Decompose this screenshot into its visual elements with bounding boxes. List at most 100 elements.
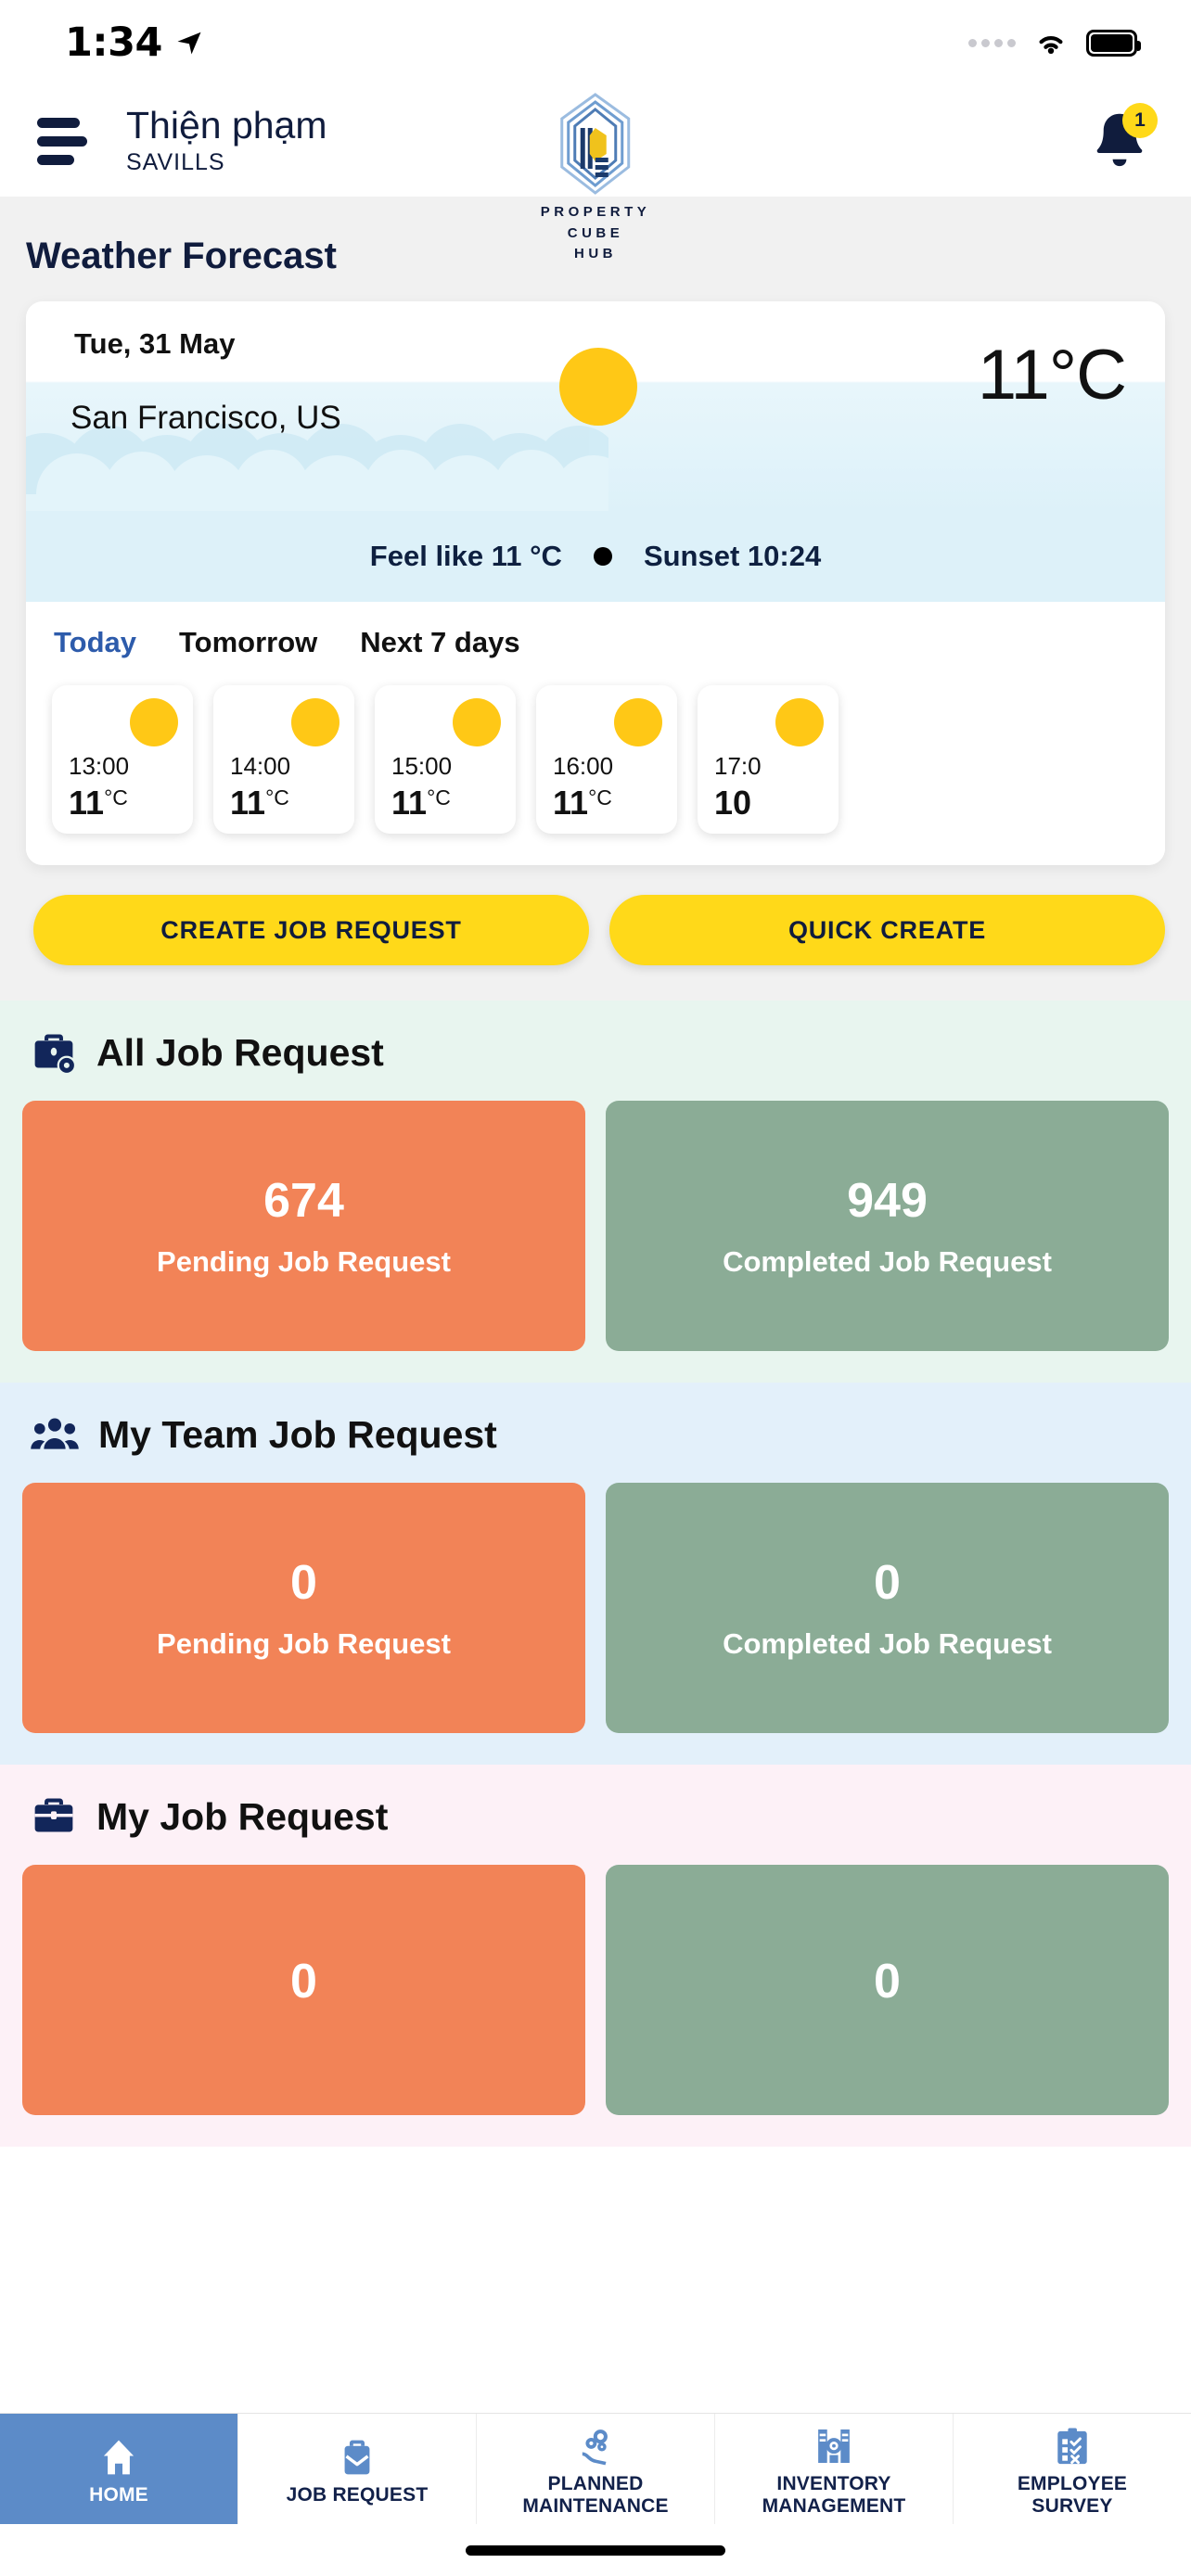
hourly-forecast-item[interactable]: 17:0 10: [698, 685, 839, 834]
weather-card: Tue, 31 May San Francisco, US 11°C Feel …: [26, 301, 1165, 865]
stat-count: 0: [874, 1556, 901, 1610]
nav-label: PLANNED MAINTENANCE: [522, 2472, 669, 2517]
nav-label: EMPLOYEE SURVEY: [1017, 2472, 1128, 2517]
sun-icon: [291, 698, 339, 746]
hand-gears-icon: [582, 2429, 608, 2466]
home-indicator: [466, 2545, 725, 2556]
status-bar: 1:34: [0, 0, 1191, 85]
user-name: Thiện phạm: [126, 103, 327, 147]
cloud-decoration-icon: [26, 424, 608, 511]
notification-button[interactable]: 1: [1085, 103, 1158, 175]
hourly-temp: 11°C: [391, 784, 451, 822]
sun-icon: [614, 698, 662, 746]
action-buttons: CREATE JOB REQUEST QUICK CREATE: [0, 865, 1191, 1001]
weather-sunset: Sunset 10:24: [643, 540, 822, 572]
stat-count: 0: [874, 1955, 901, 2009]
hourly-forecast-item[interactable]: 14:00 11°C: [213, 685, 354, 834]
create-job-request-button[interactable]: CREATE JOB REQUEST: [33, 895, 589, 965]
briefcase-mail-icon: [344, 2440, 370, 2475]
nav-label: JOB REQUEST: [286, 2483, 429, 2506]
logo-line-3: HUB: [573, 246, 617, 261]
pending-job-request-card[interactable]: 674 Pending Job Request: [22, 1101, 585, 1351]
app-header: Thiện phạm SAVILLS PROPERTY CUBE HUB 1: [0, 85, 1191, 261]
team-people-icon: [31, 1418, 79, 1449]
nav-item-inventory-management[interactable]: INVENTORY MANAGEMENT: [715, 2414, 954, 2524]
stat-count: 0: [290, 1955, 317, 2009]
stat-count: 0: [290, 1556, 317, 1610]
logo-line-2: CUBE: [567, 224, 624, 241]
user-info: Thiện phạm SAVILLS: [126, 103, 327, 176]
section-header: My Job Request: [22, 1792, 1169, 1841]
location-arrow-icon: [177, 32, 201, 55]
battery-full-icon: [1086, 29, 1141, 57]
notification-badge: 1: [1122, 103, 1158, 138]
pending-job-request-card[interactable]: 0: [22, 1865, 585, 2115]
hourly-forecast-list[interactable]: 13:00 11°C 14:00 11°C 15:00 11°C 16:00 1…: [26, 669, 1165, 865]
home-icon: [103, 2440, 134, 2475]
hourly-forecast-item[interactable]: 16:00 11°C: [536, 685, 677, 834]
stat-label: Pending Job Request: [157, 1627, 451, 1660]
sun-icon: [130, 698, 178, 746]
logo-line-1: PROPERTY: [540, 204, 651, 220]
completed-job-request-card[interactable]: 0 Completed Job Request: [606, 1483, 1169, 1733]
briefcase-icon: [34, 1798, 73, 1832]
sun-icon: [453, 698, 501, 746]
separator-dot-icon: [593, 547, 612, 566]
hourly-time: 15:00: [391, 752, 453, 780]
section-title: All Job Request: [96, 1030, 384, 1074]
clipboard-check-icon: [1057, 2428, 1087, 2465]
hourly-forecast-item[interactable]: 15:00 11°C: [375, 685, 516, 834]
weather-feels-like: Feel like 11 °C: [369, 540, 562, 572]
nav-item-planned-maintenance[interactable]: PLANNED MAINTENANCE: [477, 2414, 715, 2524]
completed-job-request-card[interactable]: 0: [606, 1865, 1169, 2115]
my-team-job-request-section: My Team Job Request 0 Pending Job Reques…: [0, 1383, 1191, 1765]
user-company: SAVILLS: [126, 149, 225, 176]
warehouse-icon: [818, 2429, 850, 2464]
hourly-temp: 11°C: [69, 784, 128, 822]
hourly-temp: 10: [714, 784, 752, 822]
section-header: All Job Request: [22, 1028, 1169, 1077]
wifi-icon: [1039, 36, 1063, 54]
logo-wordmark: PROPERTY CUBE HUB: [541, 202, 651, 265]
my-job-request-section: My Job Request 0 0: [0, 1765, 1191, 2147]
stat-label: Pending Job Request: [157, 1245, 451, 1278]
hourly-temp: 11°C: [230, 784, 289, 822]
hamburger-menu-icon[interactable]: [37, 117, 87, 165]
status-bar-right: [968, 28, 1141, 57]
sun-icon: [775, 698, 824, 746]
tab-tomorrow[interactable]: Tomorrow: [179, 626, 347, 659]
pending-job-request-card[interactable]: 0 Pending Job Request: [22, 1483, 585, 1733]
stat-cards: 0 Pending Job Request 0 Completed Job Re…: [22, 1483, 1169, 1733]
nav-label: INVENTORY MANAGEMENT: [762, 2472, 906, 2517]
hourly-time: 14:00: [230, 752, 291, 780]
status-bar-clock: 1:34: [65, 19, 162, 66]
nav-item-employee-survey[interactable]: EMPLOYEE SURVEY: [954, 2414, 1191, 2524]
nav-item-job-request[interactable]: JOB REQUEST: [238, 2414, 477, 2524]
hourly-time: 13:00: [69, 752, 130, 780]
weather-temperature: 11°C: [977, 336, 1127, 414]
tab-today[interactable]: Today: [54, 626, 166, 659]
hourly-time: 16:00: [553, 752, 614, 780]
property-cube-hub-logo-icon: [560, 93, 631, 195]
tab-next-7-days[interactable]: Next 7 days: [360, 626, 549, 659]
weather-card-top: Tue, 31 May San Francisco, US 11°C: [26, 301, 1165, 511]
stat-count: 949: [847, 1174, 928, 1228]
hourly-forecast-item[interactable]: 13:00 11°C: [52, 685, 193, 834]
quick-create-button[interactable]: QUICK CREATE: [609, 895, 1165, 965]
section-header: My Team Job Request: [22, 1410, 1169, 1459]
main-scroll-area: Weather Forecast Tue, 31 May San Francis…: [0, 197, 1191, 2147]
stat-label: Completed Job Request: [723, 1627, 1052, 1660]
completed-job-request-card[interactable]: 949 Completed Job Request: [606, 1101, 1169, 1351]
weather-tabs: Today Tomorrow Next 7 days: [26, 602, 1165, 669]
section-title: My Team Job Request: [98, 1412, 497, 1456]
stat-cards: 0 0: [22, 1865, 1169, 2115]
stat-label: Completed Job Request: [723, 1245, 1052, 1278]
bottom-navigation: HOME JOB REQUEST PLANNED MAINTENANCE INV…: [0, 2413, 1191, 2524]
sun-icon: [559, 348, 637, 426]
section-title: My Job Request: [96, 1794, 389, 1838]
app-logo: PROPERTY CUBE HUB: [541, 89, 651, 265]
weather-city: San Francisco, US: [70, 400, 341, 436]
status-bar-left: 1:34: [65, 19, 203, 66]
all-job-request-section: All Job Request 674 Pending Job Request …: [0, 1001, 1191, 1383]
nav-item-home[interactable]: HOME: [0, 2414, 238, 2524]
